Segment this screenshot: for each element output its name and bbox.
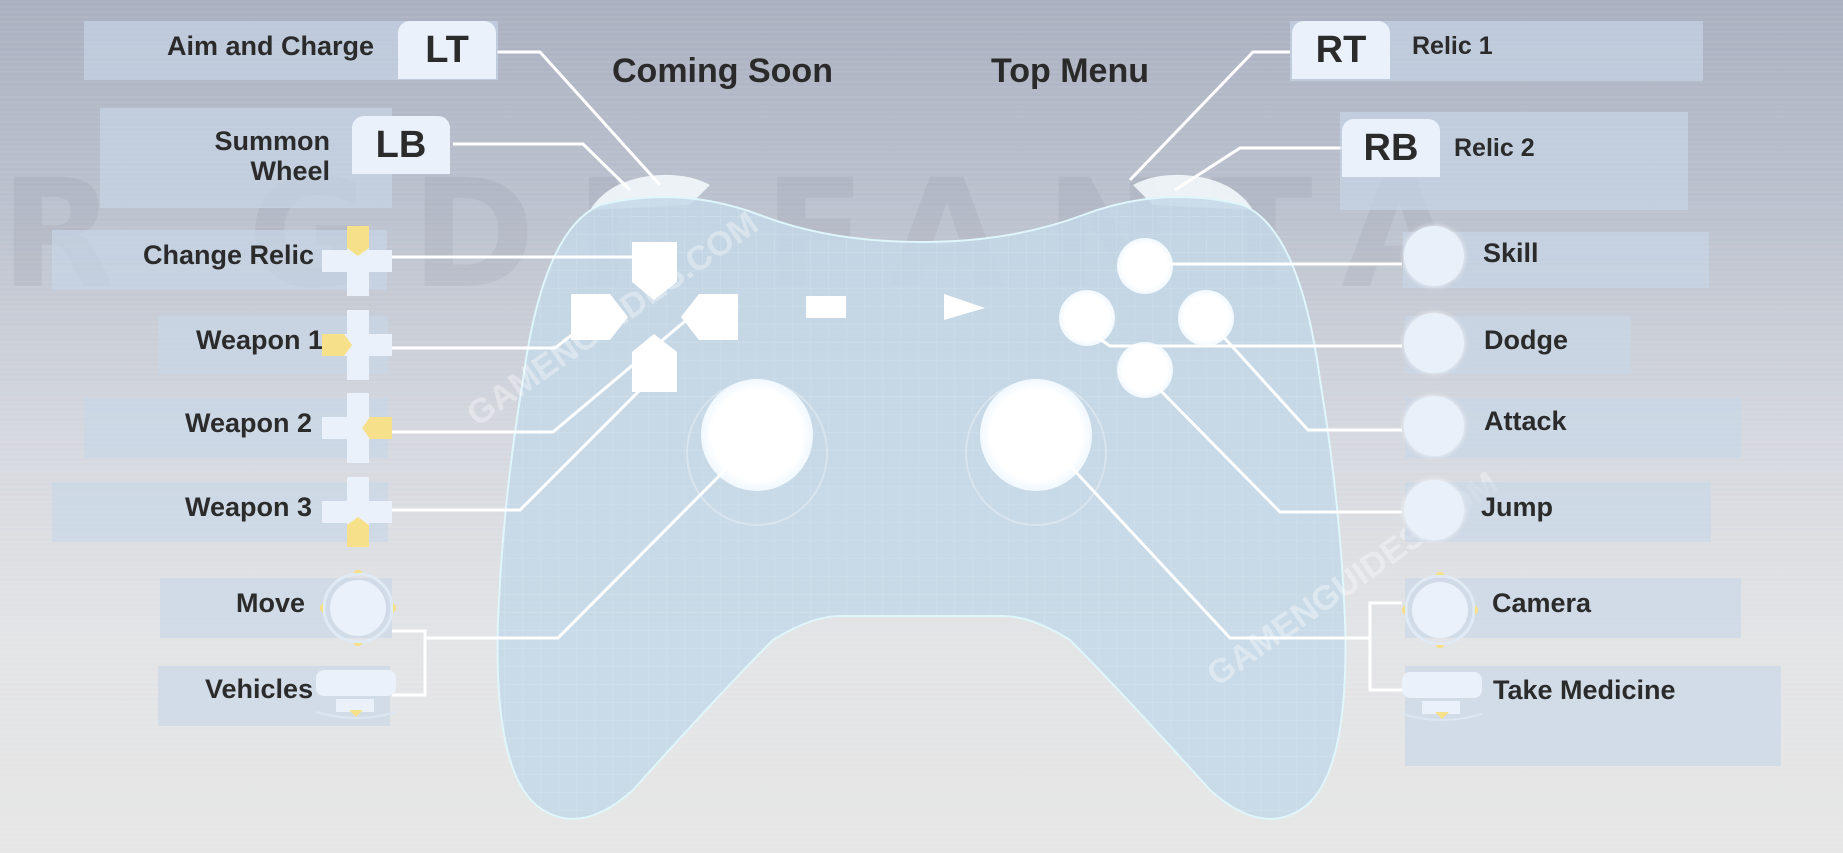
right-stick xyxy=(980,379,1092,491)
key-lb: LB xyxy=(352,116,450,174)
action-dodge: Dodge xyxy=(1484,325,1568,355)
action-vehicles: Vehicles xyxy=(205,674,314,704)
action-weapon-2: Weapon 2 xyxy=(185,408,313,438)
action-move: Move xyxy=(236,588,306,618)
action-weapon-3: Weapon 3 xyxy=(185,492,313,522)
right-stick-icon xyxy=(1402,572,1478,648)
right-stick-press-icon xyxy=(1400,670,1484,726)
button-y-icon xyxy=(1404,226,1464,286)
dpad-left-icon xyxy=(322,310,392,380)
action-jump: Jump xyxy=(1481,492,1554,522)
view-button xyxy=(806,296,846,318)
button-a-icon xyxy=(1404,480,1464,540)
action-attack: Attack xyxy=(1484,406,1567,436)
button-b-icon xyxy=(1404,396,1464,456)
action-camera: Camera xyxy=(1492,588,1592,618)
action-summon-wheel-line2: Wheel xyxy=(250,156,330,186)
key-rb: RB xyxy=(1342,119,1440,177)
action-relic-1: Relic 1 xyxy=(1412,32,1493,60)
action-summon-wheel-line1: Summon xyxy=(214,126,330,156)
dpad-down-icon xyxy=(322,477,392,547)
dpad-up-icon xyxy=(322,226,392,296)
left-stick-icon xyxy=(320,570,396,646)
action-skill: Skill xyxy=(1483,238,1539,268)
top-menu-label: Top Menu xyxy=(991,52,1149,90)
button-y xyxy=(1117,238,1173,294)
action-take-medicine: Take Medicine xyxy=(1493,675,1676,705)
key-lt: LT xyxy=(398,21,496,79)
action-relic-2: Relic 2 xyxy=(1454,134,1535,162)
action-aim-and-charge: Aim and Charge xyxy=(166,31,374,61)
dpad-right-icon xyxy=(322,393,392,463)
button-a xyxy=(1117,342,1173,398)
left-stick-press-icon xyxy=(314,668,398,724)
action-change-relic: Change Relic xyxy=(142,240,314,270)
action-weapon-1: Weapon 1 xyxy=(196,325,324,355)
coming-soon-label: Coming Soon xyxy=(612,52,833,90)
key-rt: RT xyxy=(1292,21,1390,79)
button-x xyxy=(1059,290,1115,346)
left-stick xyxy=(701,379,813,491)
button-x-icon xyxy=(1404,313,1464,373)
